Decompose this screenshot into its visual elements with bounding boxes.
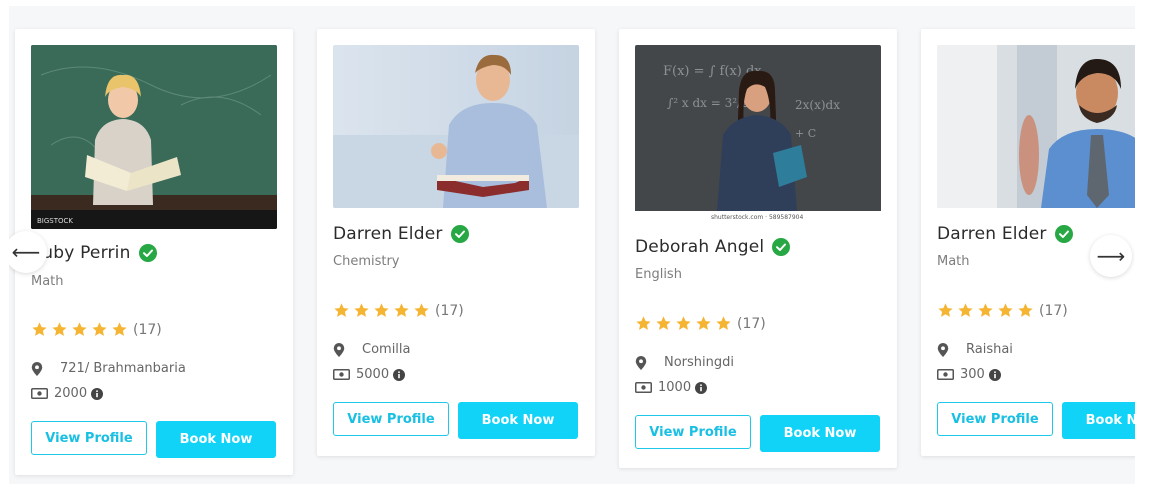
star-icon (334, 303, 349, 317)
map-pin-icon (635, 355, 647, 370)
teacher-subject: Math (937, 254, 970, 269)
view-profile-button[interactable]: View Profile (635, 415, 751, 449)
star-icon (1018, 303, 1033, 317)
teacher-location: Comilla (333, 342, 411, 357)
teacher-card: F(x) = ∫ f(x) dx ∫² x dx = 3²/2 2x(x)dx … (619, 29, 897, 468)
map-pin-icon (937, 342, 949, 357)
teacher-fee: 1000 (635, 380, 708, 395)
svg-text:+ C: + C (795, 127, 816, 140)
svg-text:∫² x dx = 3²/2: ∫² x dx = 3²/2 (667, 96, 749, 110)
star-icon (112, 322, 127, 336)
teacher-carousel: BIGSTOCK Ruby Perrin Math (17) 721/ Brah… (9, 6, 1135, 484)
teacher-card: BIGSTOCK Ruby Perrin Math (17) 721/ Brah… (15, 29, 293, 475)
review-count: (17) (1039, 302, 1068, 319)
photo-caption: shutterstock.com · 589587904 (711, 214, 804, 221)
teacher-subject: Math (31, 274, 64, 289)
view-profile-button[interactable]: View Profile (937, 402, 1053, 436)
rating: (17) (31, 321, 162, 338)
teacher-name-row: Darren Elder (937, 224, 1073, 244)
star-icon (394, 303, 409, 317)
view-profile-button[interactable]: View Profile (31, 421, 147, 455)
verified-check-icon (450, 225, 469, 243)
teacher-name: Darren Elder (937, 224, 1047, 244)
fee-text: 5000 (356, 367, 390, 382)
rating: (17) (937, 302, 1068, 319)
teacher-name: Darren Elder (333, 224, 443, 244)
star-icon (414, 303, 429, 317)
teacher-card: Darren Elder Chemistry (17) Comilla 5000… (317, 29, 595, 456)
teacher-location: 721/ Brahmanbaria (31, 361, 186, 376)
fee-text: 1000 (658, 380, 692, 395)
star-icon (354, 303, 369, 317)
info-icon[interactable] (393, 368, 406, 381)
star-icon (696, 316, 711, 330)
teacher-subject: Chemistry (333, 254, 400, 269)
star-icon (656, 316, 671, 330)
star-icon (938, 303, 953, 317)
teacher-name: Deborah Angel (635, 237, 765, 257)
info-icon[interactable] (695, 381, 708, 394)
review-count: (17) (133, 321, 162, 338)
star-icon (92, 322, 107, 336)
teacher-photo (937, 45, 1135, 208)
star-icon (716, 316, 731, 330)
book-now-button[interactable]: Book Now (458, 402, 578, 439)
verified-check-icon (772, 238, 791, 256)
teacher-name-row: Ruby Perrin (31, 243, 157, 263)
verified-check-icon (138, 244, 157, 262)
review-count: (17) (737, 315, 766, 332)
book-now-button[interactable]: Book Now (156, 421, 276, 458)
arrow-right-icon: ⟶ (1096, 244, 1126, 268)
teacher-fee: 2000 (31, 386, 104, 401)
location-text: Norshingdi (664, 355, 735, 370)
map-pin-icon (333, 342, 345, 357)
star-icon (958, 303, 973, 317)
teacher-photo: F(x) = ∫ f(x) dx ∫² x dx = 3²/2 2x(x)dx … (635, 45, 881, 221)
teacher-location: Raishai (937, 342, 1013, 357)
money-icon (937, 369, 954, 380)
carousel-next-button[interactable]: ⟶ (1090, 235, 1132, 277)
star-icon (998, 303, 1013, 317)
rating: (17) (635, 315, 766, 332)
money-icon (635, 382, 652, 393)
info-icon[interactable] (91, 387, 104, 400)
map-pin-icon (31, 361, 43, 376)
money-icon (333, 369, 350, 380)
fee-text: 2000 (54, 386, 88, 401)
star-icon (676, 316, 691, 330)
teacher-location: Norshingdi (635, 355, 734, 370)
photo-watermark: BIGSTOCK (37, 217, 73, 225)
info-icon[interactable] (988, 368, 1001, 381)
arrow-left-icon: ⟵ (11, 240, 41, 264)
teacher-fee: 5000 (333, 367, 406, 382)
star-icon (636, 316, 651, 330)
location-text: 721/ Brahmanbaria (60, 361, 186, 376)
teacher-name-row: Deborah Angel (635, 237, 791, 257)
star-icon (374, 303, 389, 317)
star-icon (72, 322, 87, 336)
location-text: Comilla (362, 342, 411, 357)
book-now-button[interactable]: Book Now (760, 415, 880, 452)
fee-text: 300 (960, 367, 985, 382)
teacher-photo (333, 45, 579, 208)
review-count: (17) (435, 302, 464, 319)
teacher-photo: BIGSTOCK (31, 45, 277, 229)
money-icon (31, 388, 48, 399)
svg-text:2x(x)dx: 2x(x)dx (795, 98, 840, 112)
view-profile-button[interactable]: View Profile (333, 402, 449, 436)
verified-check-icon (1054, 225, 1073, 243)
star-icon (978, 303, 993, 317)
teacher-fee: 300 (937, 367, 1001, 382)
book-now-button[interactable]: Book Now (1062, 402, 1135, 439)
teacher-name-row: Darren Elder (333, 224, 469, 244)
location-text: Raishai (966, 342, 1013, 357)
teacher-subject: English (635, 267, 682, 282)
star-icon (52, 322, 67, 336)
star-icon (32, 322, 47, 336)
rating: (17) (333, 302, 464, 319)
